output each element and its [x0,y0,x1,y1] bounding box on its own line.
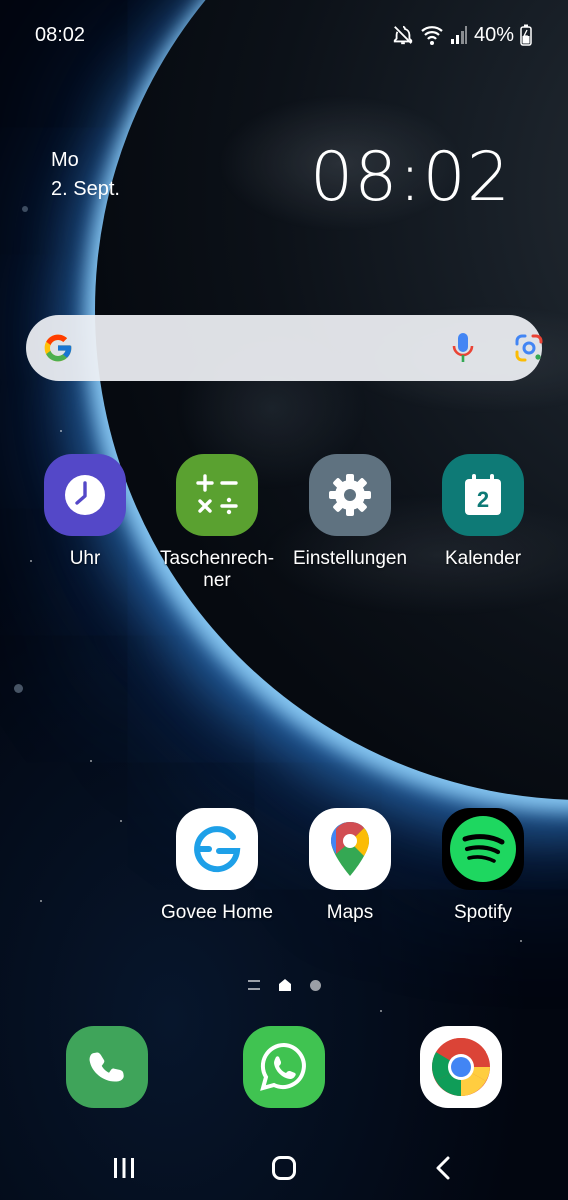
status-time: 08:02 [35,23,86,46]
app-govee-home[interactable]: Govee Home [152,808,282,924]
page-dot[interactable] [309,979,321,991]
maps-icon [309,808,391,890]
signal-icon [450,26,467,44]
govee-icon [176,808,258,890]
clock-icon [44,454,126,536]
app-taschenrechner[interactable]: Taschenrech- ner [152,454,282,592]
phone-icon [66,1026,148,1108]
calendar-icon: 2 [442,454,524,536]
weekday-label: Mo [51,149,79,171]
app-label: Kalender [444,548,522,569]
wifi-icon [421,26,443,45]
dock-phone[interactable] [42,1026,172,1108]
app-einstellungen[interactable]: Einstellungen [285,454,415,570]
clock-widget[interactable]: 08:02 [310,138,511,217]
recent-apps-button[interactable] [104,1152,144,1184]
app-label: Uhr [69,548,101,569]
date-label: 2. Sept. [51,178,120,200]
gear-icon [309,454,391,536]
calendar-day-number: 2 [477,487,489,512]
spotify-icon [442,808,524,890]
app-label: Taschenrech- ner [159,548,275,591]
dock-whatsapp[interactable] [219,1026,349,1108]
status-bar: 08:02 40% [0,0,568,70]
google-search-bar[interactable] [26,315,544,381]
home-button[interactable] [264,1152,304,1184]
app-spotify[interactable]: Spotify [418,808,548,924]
back-icon [436,1156,450,1180]
app-kalender[interactable]: 2 Kalender [418,454,548,570]
dock-chrome[interactable] [396,1026,526,1108]
menu-lines-icon[interactable] [247,980,260,990]
navigation-bar [0,1140,568,1196]
whatsapp-icon [243,1026,325,1108]
app-label: Govee Home [161,902,273,923]
chrome-icon [420,1026,502,1108]
app-uhr[interactable]: Uhr [20,454,150,570]
back-button[interactable] [424,1152,464,1184]
google-lens-icon[interactable] [514,333,544,363]
status-icons: 40% [392,24,532,47]
google-icon [44,334,72,362]
app-label: Maps [326,902,374,923]
mute-icon [393,25,413,45]
app-label: Einstellungen [292,548,408,569]
battery-icon [520,24,532,46]
date-widget[interactable]: Mo 2. Sept. [51,146,120,204]
calculator-icon [176,454,258,536]
app-maps[interactable]: Maps [285,808,415,924]
recent-apps-icon [114,1158,134,1178]
home-page-indicator-icon[interactable] [278,978,292,992]
mic-icon[interactable] [450,331,476,365]
battery-percent: 40% [473,23,514,46]
app-label: Spotify [453,902,513,923]
page-indicator[interactable] [0,978,568,992]
home-icon [272,1156,296,1180]
